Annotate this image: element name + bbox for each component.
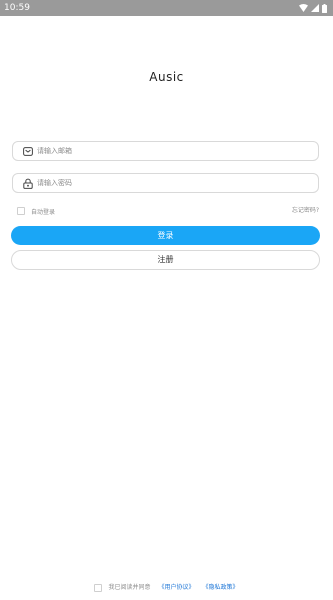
mail-icon [23,147,33,156]
battery-icon [322,3,327,13]
remember-row[interactable]: 自动登录 [17,206,55,216]
forgot-password-link[interactable]: 忘记密码? [292,206,319,216]
email-field-container [12,141,319,161]
wifi-icon [299,4,308,12]
user-agreement-link[interactable]: 《用户协议》 [158,583,194,593]
status-time: 10:59 [4,3,30,13]
lock-icon [23,178,33,189]
register-button[interactable]: 注册 [11,250,320,270]
password-field-container [12,173,319,193]
email-input[interactable] [37,142,307,160]
status-icons [299,3,327,13]
agreement-text: 我已阅读并同意 [108,584,151,591]
password-input[interactable] [37,174,307,192]
agreement-row: 我已阅读并同意 《用户协议》 《隐私政策》 [0,583,333,593]
remember-label: 自动登录 [31,208,56,216]
remember-checkbox[interactable] [17,207,25,215]
login-button[interactable]: 登录 [11,226,320,245]
status-bar: 10:59 [0,0,333,16]
agreement-checkbox[interactable] [94,584,103,592]
privacy-policy-link[interactable]: 《隐私政策》 [203,583,239,593]
app-title: Ausic [149,70,184,84]
signal-icon [311,4,319,12]
